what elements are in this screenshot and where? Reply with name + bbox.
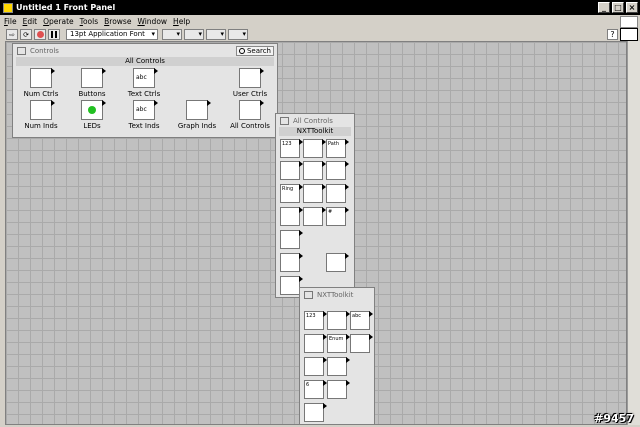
menu-edit[interactable]: Edit [23, 17, 38, 26]
run-arrow-icon[interactable]: ⇨ [6, 29, 18, 40]
ring-enum-icon[interactable]: Enum [327, 334, 350, 353]
button-icon [81, 68, 106, 88]
pin-icon[interactable] [304, 290, 313, 299]
context-help-icon[interactable]: ? [607, 29, 618, 40]
vertical-scrollbar[interactable] [627, 41, 640, 425]
nxt-toolkit-palette: NXTToolkit 123 abc Enum 6 [299, 287, 375, 425]
refnum-icon[interactable] [280, 207, 303, 226]
array-icon[interactable] [304, 334, 327, 353]
minimize-button[interactable]: _ [598, 2, 610, 13]
pin-icon[interactable] [280, 116, 289, 125]
pause-button[interactable] [48, 29, 60, 40]
numeric-icon[interactable]: 123 [280, 139, 303, 158]
distribute-objects-button[interactable]: ▾ [184, 29, 204, 40]
palette-item-graph-inds[interactable]: Graph Inds [172, 100, 222, 140]
menu-operate[interactable]: Operate [43, 17, 74, 26]
string-path-icon[interactable]: Path [326, 139, 349, 158]
vi-icon[interactable] [620, 28, 638, 41]
search-button[interactable]: Search [235, 45, 274, 56]
string-path-icon[interactable]: abc [350, 311, 373, 330]
menu-browse[interactable]: Browse [104, 17, 131, 26]
classic-controls-icon[interactable]: # [326, 207, 349, 226]
file-icon[interactable] [304, 403, 327, 422]
menu-tools[interactable]: Tools [80, 17, 98, 26]
window-title: Untitled 1 Front Panel [16, 3, 116, 12]
palette-item-text-inds[interactable]: abc Text Inds [119, 100, 169, 140]
boolean-icon[interactable] [303, 139, 326, 158]
decorations-icon[interactable] [280, 230, 303, 249]
search-icon [238, 47, 245, 54]
controls-palette: Controls Search All Controls Num Ctrls B… [12, 43, 278, 138]
menu-bar: File Edit Operate Tools Browse Window He… [0, 15, 640, 28]
ring-enum-icon[interactable]: Ring [280, 184, 303, 203]
menu-file[interactable]: File [4, 17, 17, 26]
align-objects-button[interactable]: ▾ [162, 29, 182, 40]
array-cluster-icon[interactable] [280, 161, 303, 180]
containers-icon[interactable] [304, 357, 327, 376]
led-icon [81, 100, 106, 120]
palette-title: All Controls [293, 116, 333, 125]
text-indicator-icon: abc [133, 100, 158, 120]
select-control-icon[interactable] [280, 253, 303, 272]
search-label: Search [246, 46, 271, 55]
palette-item-num-inds[interactable]: Num Inds [16, 100, 66, 140]
palette-title: NXTToolkit [317, 290, 354, 299]
labview-logo-icon [620, 16, 638, 28]
numeric-icon[interactable]: 123 [304, 311, 327, 330]
dialog-controls-icon[interactable] [303, 207, 326, 226]
run-continuously-icon[interactable]: ⟳ [20, 29, 32, 40]
list-table-icon[interactable] [303, 161, 326, 180]
toolbar: ⇨ ⟳ 13pt Application Font ▾ ▾ ▾ ▾ [0, 28, 640, 41]
maximize-button[interactable]: □ [612, 2, 624, 13]
palette-section: All Controls [16, 57, 274, 66]
bookshelf-icon [239, 68, 264, 88]
reorder-button[interactable]: ▾ [228, 29, 248, 40]
pin-icon[interactable] [17, 46, 26, 55]
decorations-icon[interactable] [327, 357, 350, 376]
menu-help[interactable]: Help [173, 17, 190, 26]
close-button[interactable]: × [626, 2, 638, 13]
numeric-knob-icon [30, 68, 55, 88]
boolean-icon[interactable] [327, 311, 350, 330]
watermark: #9457 [594, 412, 634, 425]
all-controls-icon [239, 100, 264, 120]
resize-objects-button[interactable]: ▾ [206, 29, 226, 40]
menu-window[interactable]: Window [137, 17, 167, 26]
font-select[interactable]: 13pt Application Font [66, 29, 158, 40]
graph-icon[interactable] [350, 334, 373, 353]
graph-icon[interactable] [326, 161, 349, 180]
graph-icon [186, 100, 211, 120]
text-control-icon: abc [133, 68, 158, 88]
app-icon [3, 2, 13, 13]
express-icon[interactable] [280, 276, 303, 295]
all-controls-palette: All Controls NXTToolkit 123 Path Ring # [275, 113, 355, 298]
bookshelf-icon[interactable] [326, 253, 349, 272]
io-icon[interactable] [326, 184, 349, 203]
document-icon[interactable] [327, 380, 350, 399]
containers-icon[interactable] [303, 184, 326, 203]
palette-item-leds[interactable]: LEDs [67, 100, 117, 140]
palette-section: NXTToolkit [279, 127, 351, 136]
numeric-slider-icon [30, 100, 55, 120]
palette-item-all-controls[interactable]: All Controls [225, 100, 275, 140]
refnum-icon[interactable]: 6 [304, 380, 327, 399]
abort-button[interactable] [34, 29, 46, 40]
title-bar: Untitled 1 Front Panel _ □ × [0, 0, 640, 15]
palette-title: Controls [30, 46, 59, 55]
